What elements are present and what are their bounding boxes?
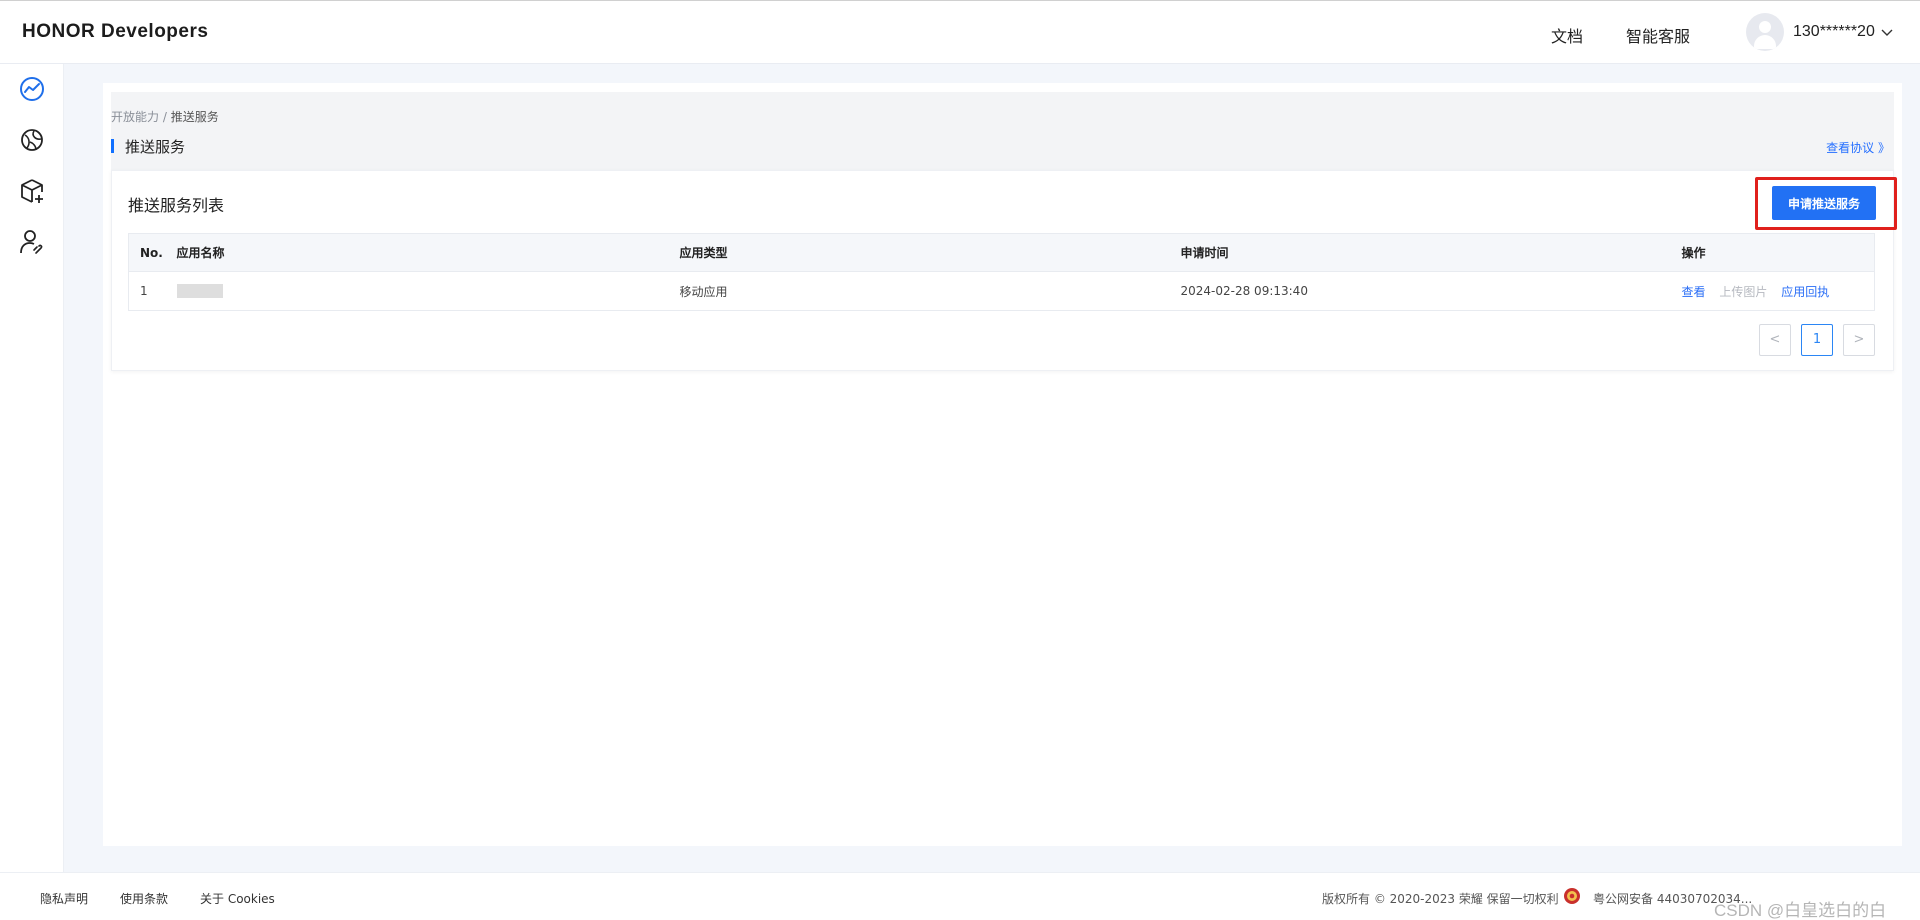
next-page-button[interactable]: > [1843,324,1875,356]
cell-apply-time: 2024-02-28 09:13:40 [1180,271,1682,311]
breadcrumb-parent[interactable]: 开放能力 [111,110,159,124]
brand-logo[interactable]: HONOR Developers [22,21,208,43]
upload-image-action: 上传图片 [1719,284,1768,299]
watermark-text: CSDN @白皇选白的白 [1714,901,1887,920]
footer: 隐私声明 使用条款 关于 Cookies 版权所有 © 2020-2023 荣耀… [0,872,1920,920]
avatar[interactable] [1746,13,1784,51]
cell-no: 1 [128,271,177,311]
top-header: HONOR Developers 文档 智能客服 130******20 [0,0,1920,64]
masked-app-name [176,284,223,299]
card-title: 推送服务列表 [128,196,225,215]
user-name[interactable]: 130******20 [1793,23,1875,41]
pagination: < 1 > [1759,324,1876,356]
nav-smart-support[interactable]: 智能客服 [1626,23,1690,47]
privacy-link[interactable]: 隐私声明 [40,890,88,907]
cell-app-type: 移动应用 [679,271,1181,311]
terms-link[interactable]: 使用条款 [120,890,168,907]
sidebar [0,64,64,912]
table-row: 1 移动应用 2024-02-28 09:13:40 查看 上传图片 应用回执 [128,271,1875,311]
apply-push-service-button[interactable]: 申请推送服务 [1772,186,1876,220]
col-apply-time: 申请时间 [1180,233,1682,272]
push-service-card: 推送服务列表 申请推送服务 No. 应用名称 应用类型 申请时间 操作 1 移动… [111,170,1897,371]
table-header-row: No. 应用名称 应用类型 申请时间 操作 [128,233,1875,272]
user-link-icon[interactable] [18,228,46,256]
col-actions: 操作 [1681,233,1875,272]
cell-actions: 查看 上传图片 应用回执 [1681,271,1875,311]
highlight-box: 申请推送服务 [1755,177,1897,230]
col-app-name: 应用名称 [176,233,680,272]
copyright-text: 版权所有 © 2020-2023 荣耀 保留一切权利 [1322,892,1559,906]
planet-icon[interactable] [18,126,46,154]
app-receipt-action[interactable]: 应用回执 [1781,285,1829,299]
push-service-table: No. 应用名称 应用类型 申请时间 操作 1 移动应用 2024-02-28 … [128,233,1875,311]
trend-chart-icon[interactable] [18,75,46,103]
view-agreement-link[interactable]: 查看协议 》 [1826,139,1890,156]
cookies-link[interactable]: 关于 Cookies [200,890,275,907]
page-1-button[interactable]: 1 [1801,324,1833,356]
cube-add-icon[interactable] [18,177,46,205]
breadcrumb-current: 推送服务 [170,110,219,124]
chevron-down-icon[interactable] [1880,25,1894,39]
cell-app-name [176,271,680,311]
page-title: 推送服务 [111,136,185,157]
nav-docs[interactable]: 文档 [1551,23,1583,47]
col-app-type: 应用类型 [679,233,1181,272]
col-no: No. [128,233,177,272]
police-badge-icon [1564,888,1580,904]
breadcrumb-separator: / [162,110,167,124]
view-action[interactable]: 查看 [1682,285,1706,299]
prev-page-button[interactable]: < [1759,324,1791,356]
breadcrumb: 开放能力 / 推送服务 [111,108,219,125]
